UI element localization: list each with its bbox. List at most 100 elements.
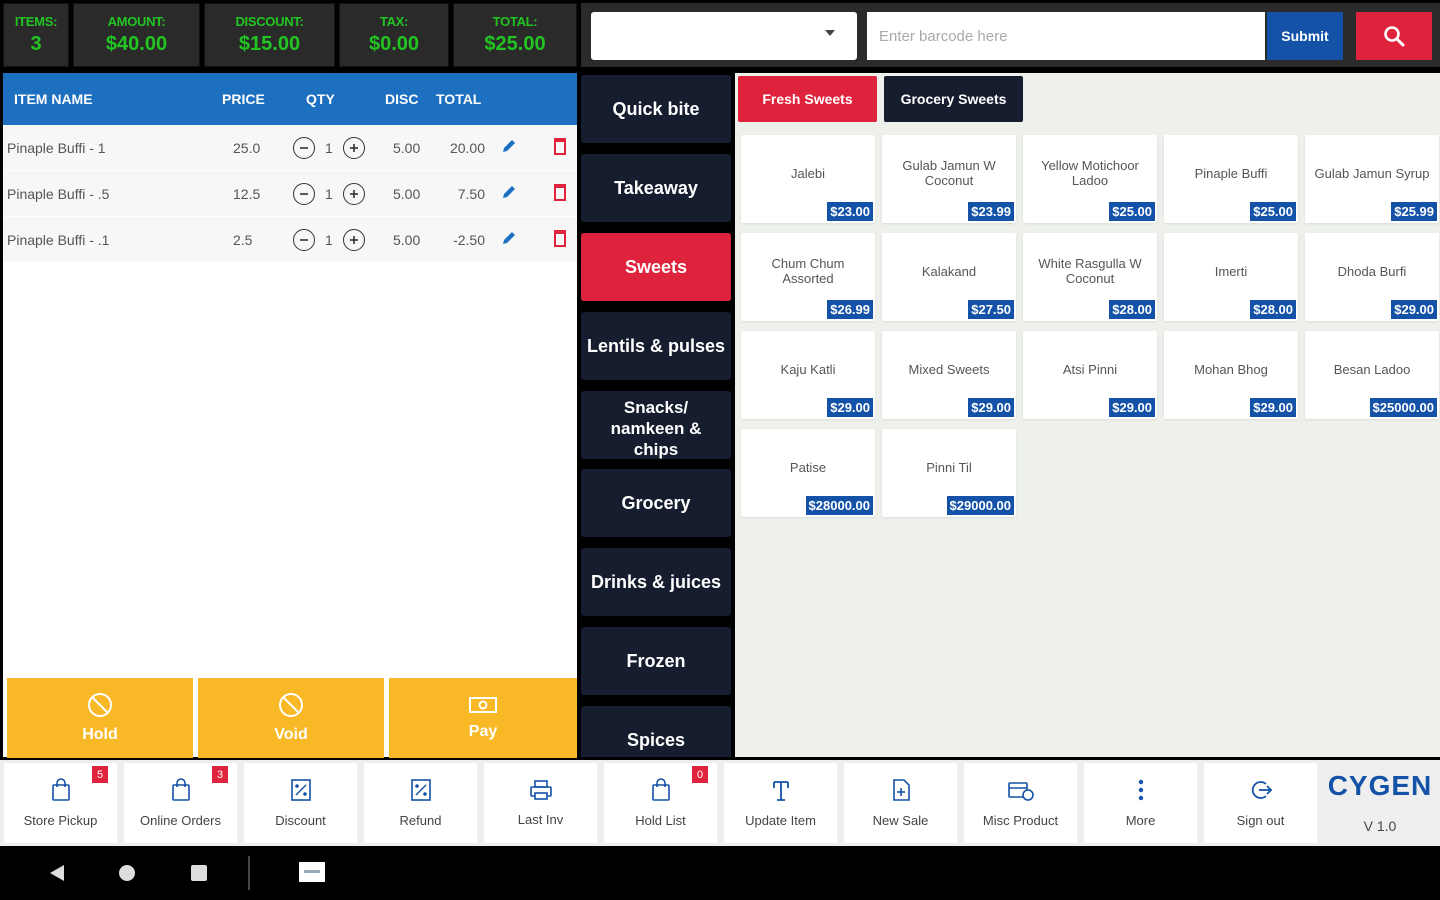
cart-header: ITEM NAME PRICE QTY DISC TOTAL: [3, 73, 577, 125]
minus-icon: [300, 239, 308, 241]
product-name: Kalakand: [921, 263, 977, 279]
product-card[interactable]: Mixed Sweets $29.00: [882, 331, 1016, 419]
subcategory-tab[interactable]: Grocery Sweets: [884, 76, 1023, 122]
recents-icon[interactable]: [190, 864, 208, 882]
product-name: Mixed Sweets: [908, 361, 990, 377]
new-document-icon: [891, 778, 911, 805]
item-price: 25.0: [233, 140, 261, 156]
back-icon[interactable]: [48, 864, 66, 882]
edit-icon[interactable]: [500, 229, 518, 250]
toolbar-label: More: [1125, 813, 1156, 828]
product-name: Kaju Katli: [780, 361, 836, 377]
item-disc: 5.00: [393, 140, 421, 156]
category-takeaway[interactable]: Takeaway: [581, 154, 731, 222]
customer-dropdown[interactable]: [591, 12, 857, 60]
product-card[interactable]: Gulab Jamun W Coconut $23.99: [882, 135, 1016, 223]
toolbar-label: Last Inv: [517, 812, 564, 827]
product-name: Gulab Jamun W Coconut: [902, 158, 996, 188]
amount-label: AMOUNT:: [107, 14, 166, 29]
pay-label: Pay: [468, 723, 498, 740]
increase-qty-button[interactable]: [343, 183, 365, 205]
toolbar-sign-out-button[interactable]: Sign out: [1204, 763, 1317, 843]
category-quick-bite[interactable]: Quick bite: [581, 75, 731, 143]
toolbar-online-orders-button[interactable]: Online Orders 3: [124, 763, 237, 843]
product-card[interactable]: Atsi Pinni $29.00: [1023, 331, 1157, 419]
product-price: $23.99: [968, 202, 1014, 221]
product-card[interactable]: Pinaple Buffi $25.00: [1164, 135, 1298, 223]
product-card[interactable]: White Rasgulla W Coconut $28.00: [1023, 233, 1157, 321]
pay-button[interactable]: Pay: [389, 678, 577, 758]
delete-icon[interactable]: [553, 183, 567, 204]
submit-button[interactable]: Submit: [1267, 12, 1343, 60]
product-card[interactable]: Yellow Motichoor Ladoo $25.00: [1023, 135, 1157, 223]
toolbar-label: Online Orders: [140, 813, 221, 828]
cart-rows: Pinaple Buffi - 1 25.0 1 5.00 20.00 Pinaple B…: [3, 125, 577, 263]
toolbar-more-button[interactable]: More: [1084, 763, 1197, 843]
hold-button[interactable]: Hold: [7, 678, 193, 758]
product-card[interactable]: Jalebi $23.00: [741, 135, 875, 223]
total-value: $25.00: [484, 33, 546, 55]
toolbar-update-item-button[interactable]: Update Item: [724, 763, 837, 843]
toolbar-new-sale-button[interactable]: New Sale: [844, 763, 957, 843]
category-spices[interactable]: Spices: [581, 706, 731, 757]
edit-icon[interactable]: [500, 183, 518, 204]
product-card[interactable]: Besan Ladoo $25000.00: [1305, 331, 1439, 419]
product-card[interactable]: Imerti $28.00: [1164, 233, 1298, 321]
product-name: Mohan Bhog: [1194, 361, 1268, 377]
barcode-input[interactable]: [867, 12, 1265, 60]
category-frozen[interactable]: Frozen: [581, 627, 731, 695]
category-grocery[interactable]: Grocery: [581, 469, 731, 537]
product-card[interactable]: Kaju Katli $29.00: [741, 331, 875, 419]
product-card[interactable]: Dhoda Burfi $29.00: [1305, 233, 1439, 321]
product-name: Pinni Til: [926, 459, 972, 475]
toolbar-store-pickup-button[interactable]: Store Pickup 5: [4, 763, 117, 843]
amount-value: $40.00: [105, 33, 168, 55]
delete-icon[interactable]: [553, 137, 567, 158]
discount-label: DISCOUNT:: [235, 14, 304, 29]
search-icon: [1384, 26, 1405, 47]
item-name: Pinaple Buffi - .1: [7, 232, 110, 248]
void-button[interactable]: Void: [198, 678, 384, 758]
summary-total: TOTAL: $25.00: [453, 3, 577, 67]
product-card[interactable]: Pinni Til $29000.00: [882, 429, 1016, 517]
cart-row[interactable]: Pinaple Buffi - .5 12.5 1 5.00 7.50: [3, 171, 577, 217]
product-card[interactable]: Mohan Bhog $29.00: [1164, 331, 1298, 419]
product-card[interactable]: Chum Chum Assorted $26.99: [741, 233, 875, 321]
hold-label: Hold: [82, 726, 118, 743]
toolbar-last-inv-button[interactable]: Last Inv: [484, 763, 597, 843]
cart-row[interactable]: Pinaple Buffi - 1 25.0 1 5.00 20.00: [3, 125, 577, 171]
decrease-qty-button[interactable]: [293, 137, 315, 159]
summary-tax: TAX: $0.00: [339, 3, 449, 67]
increase-qty-button[interactable]: [343, 229, 365, 251]
chevron-down-icon: [825, 30, 835, 36]
category-snacks-namkeen-chips[interactable]: Snacks/ namkeen & chips: [581, 391, 731, 459]
subcategory-tab[interactable]: Fresh Sweets: [738, 76, 877, 122]
toolbar-misc-product-button[interactable]: Misc Product: [964, 763, 1077, 843]
search-button[interactable]: [1356, 12, 1432, 60]
product-card[interactable]: Gulab Jamun Syrup $25.99: [1305, 135, 1439, 223]
product-name: Patise: [789, 459, 827, 475]
delete-icon[interactable]: [553, 229, 567, 250]
app-thumbnail-icon[interactable]: [298, 858, 326, 886]
home-icon[interactable]: [118, 864, 136, 882]
category-sweets[interactable]: Sweets: [581, 233, 731, 301]
decrease-qty-button[interactable]: [293, 183, 315, 205]
summary-items: ITEMS: 3: [3, 3, 69, 67]
category-lentils-pulses[interactable]: Lentils & pulses: [581, 312, 731, 380]
misc-product-icon: [1007, 778, 1035, 805]
increase-qty-button[interactable]: [343, 137, 365, 159]
toolbar-refund-button[interactable]: Refund: [364, 763, 477, 843]
product-price: $29.00: [1250, 398, 1296, 417]
decrease-qty-button[interactable]: [293, 229, 315, 251]
item-disc: 5.00: [393, 186, 421, 202]
edit-icon[interactable]: [500, 137, 518, 158]
toolbar-discount-button[interactable]: Discount: [244, 763, 357, 843]
toolbar-hold-list-button[interactable]: Hold List 0: [604, 763, 717, 843]
toolbar-label: Store Pickup: [23, 813, 98, 828]
item-qty: 1: [325, 140, 333, 156]
cart-row[interactable]: Pinaple Buffi - .1 2.5 1 5.00 -2.50: [3, 217, 577, 263]
product-card[interactable]: Patise $28000.00: [741, 429, 875, 517]
product-card[interactable]: Kalakand $27.50: [882, 233, 1016, 321]
item-total: 7.50: [457, 186, 485, 202]
category-drinks-juices[interactable]: Drinks & juices: [581, 548, 731, 616]
